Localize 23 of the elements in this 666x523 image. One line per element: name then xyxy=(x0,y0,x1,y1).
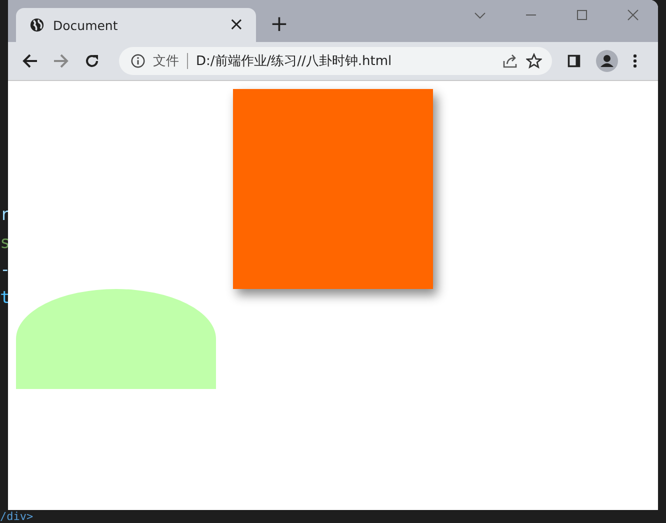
reload-icon[interactable] xyxy=(84,53,100,69)
code-text: - xyxy=(0,259,8,282)
star-icon[interactable] xyxy=(526,53,542,69)
url-text: D:/前端作业/练习//八卦时钟.html xyxy=(196,53,392,70)
info-icon xyxy=(131,54,145,68)
code-text: /div> xyxy=(0,510,34,523)
tab-title: Document xyxy=(53,18,119,32)
globe-icon xyxy=(30,18,44,32)
new-tab-button[interactable]: + xyxy=(270,13,288,37)
share-icon[interactable] xyxy=(502,53,518,69)
close-icon[interactable] xyxy=(627,9,639,21)
menu-icon[interactable] xyxy=(633,53,637,69)
code-text: s xyxy=(0,232,8,254)
forward-arrow-icon[interactable] xyxy=(53,53,69,69)
maximize-icon[interactable] xyxy=(576,9,588,21)
security-label: 文件 xyxy=(153,53,179,70)
address-bar[interactable]: 文件 D:/前端作业/练习//八卦时钟.html xyxy=(119,47,552,75)
browser-tab[interactable]: Document × xyxy=(16,8,256,42)
side-panel-icon[interactable] xyxy=(567,54,581,68)
back-arrow-icon[interactable] xyxy=(22,53,38,69)
code-text: t xyxy=(0,286,8,310)
profile-icon[interactable] xyxy=(596,50,618,72)
close-tab-button[interactable]: × xyxy=(228,16,244,34)
